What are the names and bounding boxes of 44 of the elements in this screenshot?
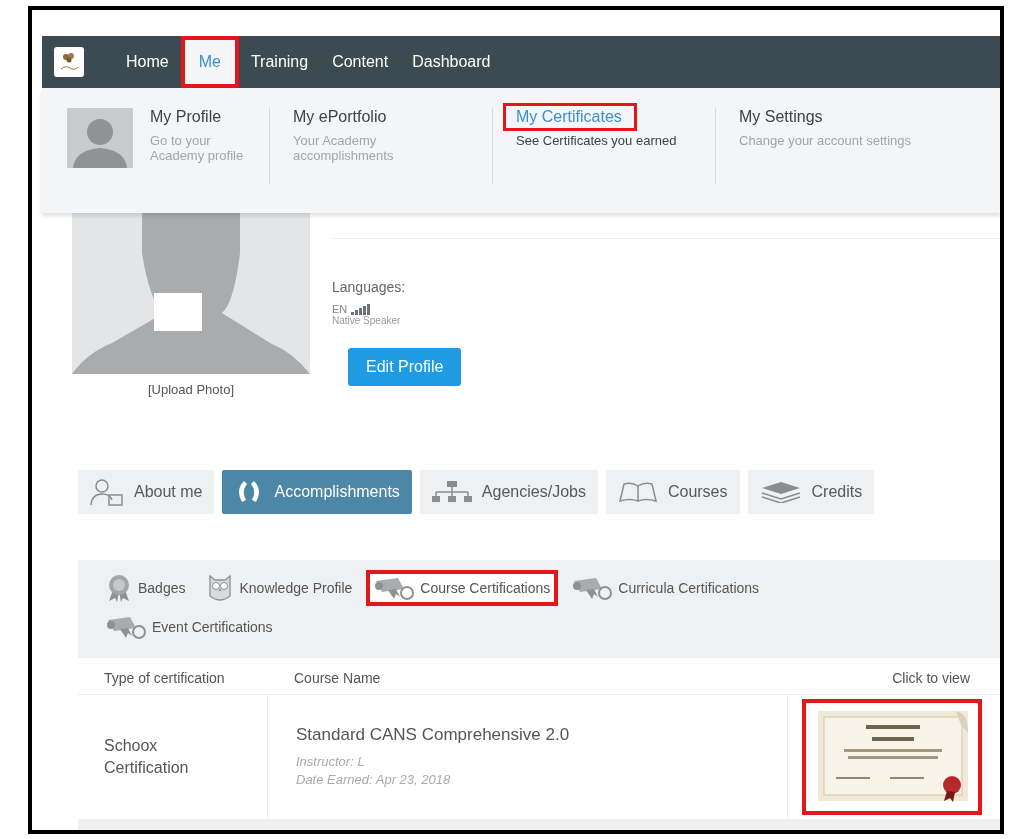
- diploma-scroll-icon: [106, 614, 146, 640]
- section-tab[interactable]: About me: [78, 470, 215, 514]
- section-tab[interactable]: Credits: [747, 470, 875, 514]
- nav-tab[interactable]: Dashboard: [400, 36, 503, 88]
- menu-link[interactable]: My ePortfolio: [280, 103, 402, 131]
- language-code: EN: [332, 303, 348, 315]
- languages-label: Languages:: [332, 279, 407, 295]
- diploma-scroll-icon: [374, 575, 415, 601]
- certification-filter[interactable]: Event Certifications: [98, 610, 281, 644]
- menu-link[interactable]: My Settings: [726, 103, 838, 131]
- column-header: Type of certification: [78, 658, 268, 695]
- nav-tab[interactable]: Training: [238, 36, 321, 88]
- column-header: Click to view: [788, 658, 1000, 695]
- instructor-text: Instructor: L: [296, 753, 366, 771]
- menu-description: Go to your Academy profile: [149, 133, 245, 163]
- column-header: Course Name: [268, 658, 788, 695]
- upload-photo-link[interactable]: [Upload Photo]: [72, 382, 310, 397]
- certification-type: Schoox Certification: [104, 736, 190, 778]
- org-chart-icon: [431, 480, 472, 504]
- certification-filter[interactable]: Badges: [98, 570, 194, 606]
- course-name: Standard CANS Comprehensive 2.0: [296, 725, 571, 745]
- certification-filter[interactable]: Course Certifications: [366, 570, 559, 606]
- certification-filter[interactable]: Knowledge Profile: [199, 570, 361, 606]
- menu-description: See Certificates you earned: [515, 133, 677, 148]
- logo-icon[interactable]: [54, 47, 84, 77]
- language-level: Native Speaker: [332, 315, 402, 326]
- nav-tab[interactable]: Home: [114, 36, 181, 88]
- layers-icon: [759, 481, 802, 503]
- book-icon: [617, 481, 658, 503]
- menu-link[interactable]: My Profile: [137, 103, 237, 131]
- signal-bars-icon: [351, 304, 371, 315]
- date-earned-text: Date Earned: Apr 23, 2018: [296, 771, 452, 789]
- section-tab[interactable]: Accomplishments: [222, 470, 412, 514]
- menu-description: Your Academy accomplishments: [292, 133, 395, 163]
- avatar-icon: [67, 108, 133, 168]
- owl-icon: [207, 574, 234, 602]
- medal-icon: [106, 574, 132, 602]
- nav-tab[interactable]: Content: [320, 36, 401, 88]
- section-tab[interactable]: Courses: [605, 470, 740, 514]
- menu-description: Change your account settings: [738, 133, 911, 148]
- certification-filter[interactable]: Curricula Certifications: [564, 570, 768, 606]
- person-icon: [90, 478, 124, 506]
- section-tab[interactable]: Agencies/Jobs: [419, 470, 598, 514]
- diploma-scroll-icon: [572, 575, 613, 601]
